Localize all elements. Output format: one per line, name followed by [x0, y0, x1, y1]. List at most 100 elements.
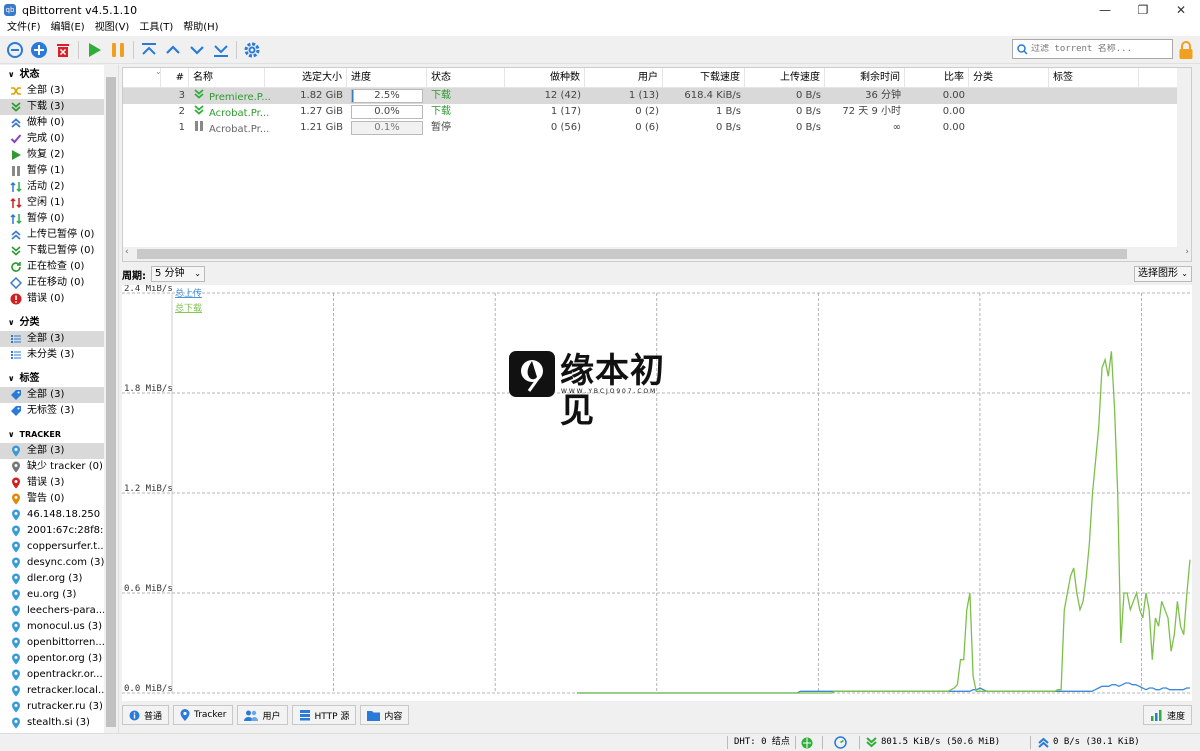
- tracker-filter-item[interactable]: monocul.us (3): [0, 619, 105, 635]
- tracker-filter-item[interactable]: rutracker.ru (3): [0, 699, 105, 715]
- tracker-filter-item[interactable]: 错误 (3): [0, 475, 105, 491]
- menu-view[interactable]: 视图(V): [90, 20, 135, 36]
- move-up-button[interactable]: [161, 38, 185, 62]
- scroll-left-icon[interactable]: ‹: [125, 247, 129, 257]
- column-header[interactable]: 状态: [427, 68, 505, 88]
- table-horizontal-scrollbar[interactable]: ‹ ›: [123, 247, 1191, 261]
- category-filter-item[interactable]: 未分类 (3): [0, 347, 105, 363]
- table-vertical-scrollbar[interactable]: [1177, 68, 1191, 248]
- scroll-right-icon[interactable]: ›: [1185, 247, 1189, 257]
- delete-button[interactable]: [51, 38, 75, 62]
- status-filter-item[interactable]: 做种 (0): [0, 115, 105, 131]
- resume-button[interactable]: [82, 38, 106, 62]
- tracker-filter-item[interactable]: opentrackr.or...: [0, 667, 105, 683]
- column-header[interactable]: #: [161, 68, 189, 88]
- status-filter-item[interactable]: 全部 (3): [0, 83, 105, 99]
- menu-edit[interactable]: 编辑(E): [46, 20, 90, 36]
- menu-file[interactable]: 文件(F): [2, 20, 46, 36]
- chevron-down-icon: ∨: [8, 70, 15, 79]
- column-header[interactable]: 分类: [969, 68, 1049, 88]
- column-header[interactable]: 做种数: [505, 68, 585, 88]
- column-header[interactable]: 进度: [347, 68, 427, 88]
- pause-button[interactable]: [106, 38, 130, 62]
- column-header[interactable]: 上传速度: [745, 68, 825, 88]
- sidebar-scroll-thumb[interactable]: [106, 77, 116, 727]
- tracker-filter-item[interactable]: dler.org (3): [0, 571, 105, 587]
- table-scroll-thumb[interactable]: [137, 249, 1127, 259]
- status-filter-item[interactable]: 下载 (3): [0, 99, 105, 115]
- tracker-filter-item[interactable]: stealth.si (3): [0, 715, 105, 731]
- tracker-filter-item[interactable]: openbittorren...: [0, 635, 105, 651]
- sort-indicator[interactable]: ⌄: [123, 68, 161, 88]
- column-header[interactable]: 选定大小: [265, 68, 347, 88]
- tracker-filter-item[interactable]: 警告 (0): [0, 491, 105, 507]
- download-speed-status[interactable]: 801.5 KiB/s (50.6 MiB): [866, 734, 1000, 751]
- add-link-button[interactable]: [3, 38, 27, 62]
- status-filter-item[interactable]: 正在移动 (0): [0, 275, 105, 291]
- status-filter-item[interactable]: 正在检查 (0): [0, 259, 105, 275]
- tracker-filter-item[interactable]: 2001:67c:28f8:...: [0, 523, 105, 539]
- menu-help[interactable]: 帮助(H): [178, 20, 223, 36]
- lock-icon[interactable]: [1178, 40, 1194, 60]
- status-filter-item[interactable]: 上传已暂停 (0): [0, 227, 105, 243]
- period-dropdown[interactable]: 5 分钟 ⌄: [151, 266, 205, 282]
- pause-icon: [193, 120, 205, 138]
- add-torrent-button[interactable]: [27, 38, 51, 62]
- tab-content[interactable]: 内容: [360, 705, 410, 725]
- tab-speed[interactable]: 速度: [1142, 705, 1192, 725]
- minimize-button[interactable]: —: [1086, 0, 1124, 20]
- status-filter-item[interactable]: 活动 (2): [0, 179, 105, 195]
- tags-section-header[interactable]: ∨ 标签: [0, 371, 118, 387]
- tag-filter-item[interactable]: 全部 (3): [0, 387, 105, 403]
- move-top-button[interactable]: [137, 38, 161, 62]
- column-header[interactable]: 用户: [585, 68, 663, 88]
- column-header[interactable]: 名称: [189, 68, 265, 88]
- tab-peers[interactable]: 用户: [237, 705, 288, 725]
- tab-tracker[interactable]: Tracker: [173, 705, 234, 725]
- tracker-filter-item[interactable]: retracker.local...: [0, 683, 105, 699]
- tracker-filter-item[interactable]: coppersurfer.t...: [0, 539, 105, 555]
- status-filter-item[interactable]: 完成 (0): [0, 131, 105, 147]
- tracker-filter-item[interactable]: opentor.org (3): [0, 651, 105, 667]
- tab-http-sources[interactable]: HTTP 源: [291, 705, 357, 725]
- upload-speed-status[interactable]: 0 B/s (30.1 KiB): [1038, 734, 1140, 751]
- status-filter-item[interactable]: 空闲 (1): [0, 195, 105, 211]
- status-filter-item[interactable]: 下载已暂停 (0): [0, 243, 105, 259]
- connection-status-icon[interactable]: [801, 734, 813, 751]
- menu-tools[interactable]: 工具(T): [134, 20, 178, 36]
- status-filter-item[interactable]: 恢复 (2): [0, 147, 105, 163]
- tracker-filter-item[interactable]: 46.148.18.250 ...: [0, 507, 105, 523]
- filter-torrent-input[interactable]: [1012, 39, 1173, 59]
- column-header[interactable]: 下载速度: [663, 68, 745, 88]
- tracker-filter-item[interactable]: 全部 (3): [0, 443, 105, 459]
- alt-speed-toggle[interactable]: [834, 734, 847, 751]
- tracker-filter-item[interactable]: desync.com (3): [0, 555, 105, 571]
- tracker-filter-item[interactable]: 缺少 tracker (0): [0, 459, 105, 475]
- torrent-row[interactable]: 3 Premiere.P... 1.82 GiB 2.5% 下载 12 (42) 1 (13…: [123, 88, 1191, 104]
- tracker-filter-item[interactable]: eu.org (3): [0, 587, 105, 603]
- status-filter-item[interactable]: 暂停 (0): [0, 211, 105, 227]
- tags: [1049, 120, 1139, 136]
- column-header[interactable]: 剩余时间: [825, 68, 905, 88]
- column-header[interactable]: 标签: [1049, 68, 1139, 88]
- close-button[interactable]: ✕: [1162, 0, 1200, 20]
- filter-input-field[interactable]: [1031, 44, 1166, 54]
- status-section-header[interactable]: ∨ 状态: [0, 67, 118, 83]
- move-bottom-button[interactable]: [209, 38, 233, 62]
- maximize-button[interactable]: ❐: [1124, 0, 1162, 20]
- move-down-button[interactable]: [185, 38, 209, 62]
- torrent-row[interactable]: 2 Acrobat.Pr... 1.27 GiB 0.0% 下载 1 (17) 0 (2) 1…: [123, 104, 1191, 120]
- tracker-filter-item[interactable]: leechers-para...: [0, 603, 105, 619]
- tag-filter-item[interactable]: 无标签 (3): [0, 403, 105, 419]
- status-filter-item[interactable]: 暂停 (1): [0, 163, 105, 179]
- torrent-row[interactable]: 1 Acrobat.Pr... 1.21 GiB 0.1% 暂停 0 (56) 0 (6) 0…: [123, 120, 1191, 136]
- sidebar-scrollbar[interactable]: [104, 65, 118, 733]
- select-graph-dropdown[interactable]: 选择图形 ⌄: [1134, 266, 1192, 282]
- tab-general[interactable]: 普通: [122, 705, 170, 725]
- status-filter-item[interactable]: 错误 (0): [0, 291, 105, 307]
- category-filter-item[interactable]: 全部 (3): [0, 331, 105, 347]
- options-button[interactable]: [240, 38, 264, 62]
- category-section-header[interactable]: ∨ 分类: [0, 315, 118, 331]
- column-header[interactable]: 比率: [905, 68, 969, 88]
- tracker-section-header[interactable]: ∨ TRACKER: [0, 427, 118, 443]
